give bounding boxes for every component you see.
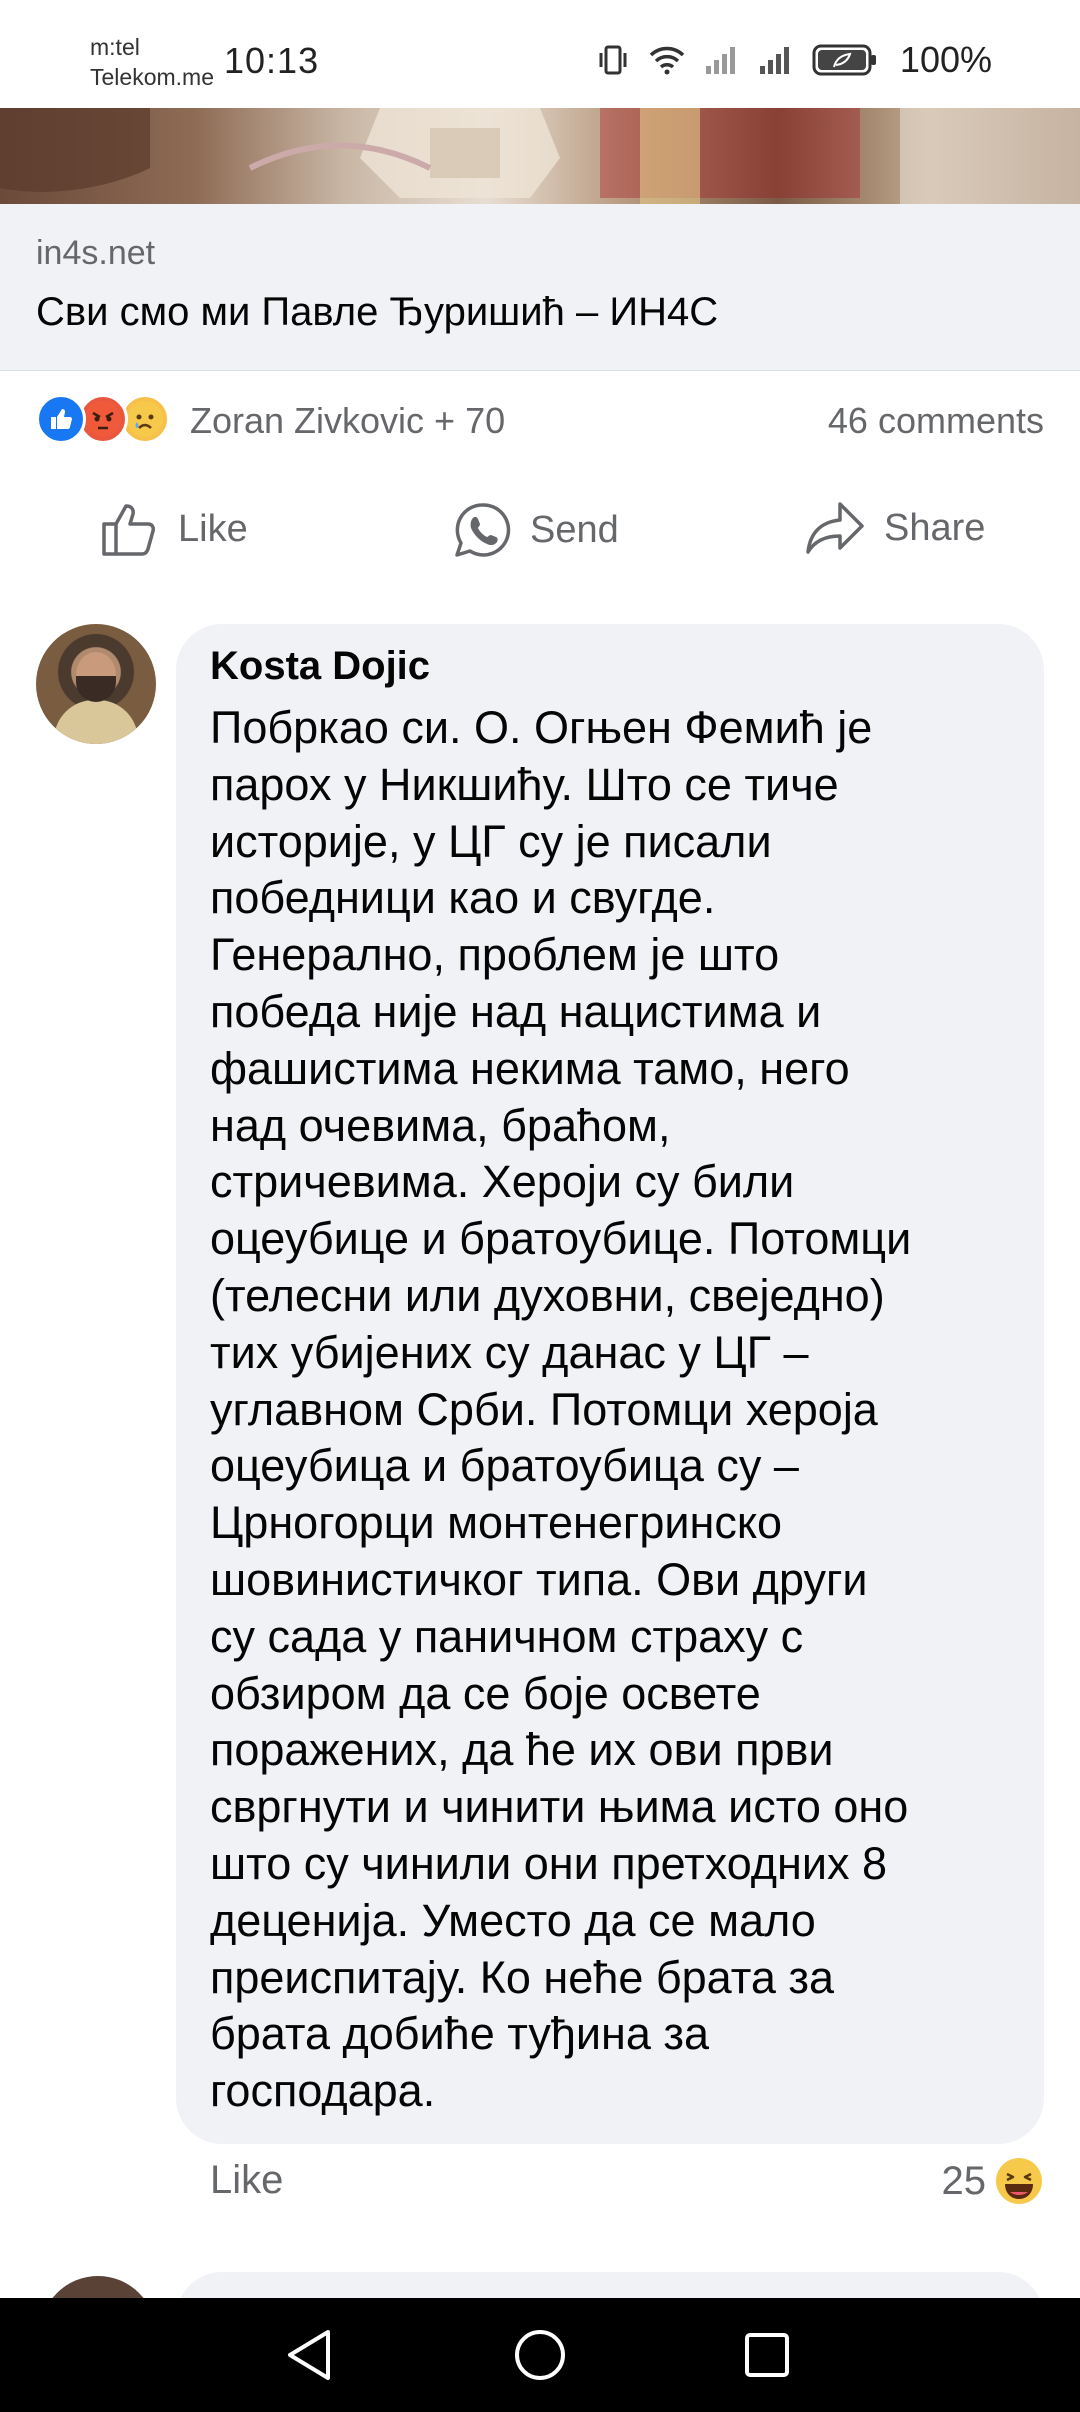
send-button[interactable]: Send [452,500,619,560]
link-preview-image[interactable] [0,108,1080,204]
thumbs-up-icon [102,504,155,556]
status-bar: m:tel Telekom.me 10:13 100% [0,0,1080,108]
vibrate-icon [599,45,627,75]
like-reaction-icon [36,394,86,444]
link-domain: in4s.net [36,234,156,272]
comments-count[interactable]: 46 comments [828,400,1044,442]
reaction-icons[interactable] [36,394,170,444]
back-button[interactable] [276,2322,342,2388]
home-circle-icon [515,2330,565,2380]
carrier-line-2: Telekom.me [90,64,214,90]
navigation-bar [0,2298,1080,2412]
battery-icon [812,44,876,76]
whatsapp-icon [455,503,511,557]
comment-reactions[interactable]: 25 [942,2156,1045,2206]
avatar-robe [54,700,138,744]
share-arrow-icon [806,502,864,554]
link-title: Сви смо ми Павле Ђуришић – ИН4С [36,290,719,334]
status-icons: 100% [596,39,992,80]
clock: 10:13 [224,40,320,81]
avatar[interactable] [36,624,156,744]
share-button[interactable]: Share [804,500,985,556]
avatar-beard [76,676,116,702]
comment-reaction-count: 25 [941,2158,987,2203]
comment-like-button[interactable]: Like [210,2158,283,2203]
like-label: Like [178,507,248,550]
home-button[interactable] [507,2322,573,2388]
reactors-text[interactable]: Zoran Zivkovic + 70 [190,400,505,442]
carrier-line-1: m:tel [90,34,140,60]
signal-icon [759,47,789,74]
like-button[interactable]: Like [100,500,248,558]
wifi-icon [649,46,685,75]
post-actions: Like Send Share [0,490,1080,578]
comment-text: Побркао си. О. Огњен Фемић је парох у Ни… [210,702,912,2117]
carrier-name: m:tel Telekom.me [90,32,214,92]
recent-apps-button[interactable] [734,2322,800,2388]
comment-bubble[interactable]: Kosta Dojic Побркао си. О. Огњен Фемић ј… [176,624,1044,2144]
laughing-reaction-icon [996,2158,1042,2204]
back-triangle-icon [288,2330,330,2380]
share-label: Share [884,506,986,549]
link-preview-card[interactable]: in4s.net Сви смо ми Павле Ђуришић – ИН4С [0,204,1080,371]
battery-percentage: 100% [899,39,992,80]
signal-icon [705,47,735,74]
recent-square-icon [745,2333,789,2377]
reactions-summary[interactable]: Zoran Zivkovic + 70 46 comments [0,384,1080,456]
comment-author[interactable]: Kosta Dojic [210,644,430,689]
send-label: Send [530,508,619,551]
